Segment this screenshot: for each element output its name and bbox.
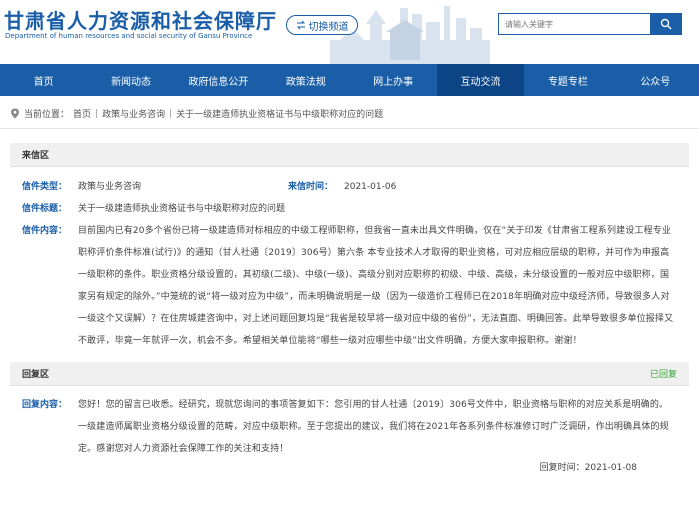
letter-content-value: 目前国内已有20多个省份已将一级建造师对标相应的中级工程师职称，但我省一直未出具… xyxy=(78,226,674,346)
letter-title-row: 信件标题： 关于一级建造师执业资格证书与中级职称对应的问题 xyxy=(22,203,677,216)
reply-date-value: 2021-01-08 xyxy=(584,463,637,473)
site-header: 甘肃省人力资源和社会保障厅 Department of human resour… xyxy=(0,0,699,64)
reply-date-row: 回复时间： 2021-01-08 xyxy=(22,462,677,475)
letter-content-row: 信件内容： 目前国内已有20多个省份已将一级建造师对标相应的中级工程师职称，但我… xyxy=(22,220,677,352)
nav-item-7[interactable]: 公众号 xyxy=(612,64,699,96)
letter-section-header: 来信区 xyxy=(10,143,689,167)
letter-type-value: 政策与业务咨询 xyxy=(78,182,142,192)
breadcrumb-item-current: 关于一级建造师执业资格证书与中级职称对应的问题 xyxy=(176,110,384,120)
search-button[interactable] xyxy=(650,13,682,35)
switch-icon xyxy=(296,20,305,30)
nav-item-5[interactable]: 互动交流 xyxy=(436,64,525,96)
reply-section-title: 回复区 xyxy=(22,370,50,380)
nav-item-2[interactable]: 政府信息公开 xyxy=(175,64,262,96)
nav-item-4[interactable]: 网上办事 xyxy=(350,64,437,96)
nav-item-3[interactable]: 政策法规 xyxy=(262,64,349,96)
location-pin-icon xyxy=(11,108,19,119)
breadcrumb: 当前位置： 首页 | 政策与业务咨询 | 关于一级建造师执业资格证书与中级职称对… xyxy=(0,99,699,129)
letter-section-title: 来信区 xyxy=(22,151,50,161)
reply-status-badge: 已回复 xyxy=(649,370,677,380)
letter-date-label: 来信时间： xyxy=(288,182,334,192)
breadcrumb-item-home[interactable]: 首页 xyxy=(73,107,91,120)
breadcrumb-separator: | xyxy=(95,108,99,119)
letter-content-label: 信件内容： xyxy=(22,226,68,236)
switch-channel-label: 切换频道 xyxy=(308,21,349,33)
nav-item-0[interactable]: 首页 xyxy=(0,64,87,96)
site-title[interactable]: 甘肃省人力资源和社会保障厅 xyxy=(4,5,277,34)
reply-content-row: 回复内容： 您好！您的留言已收悉。经研究，现就您询问的事项答复如下：您引用的甘人… xyxy=(22,394,677,460)
breadcrumb-separator: | xyxy=(169,108,173,119)
breadcrumb-item-category[interactable]: 政策与业务咨询 xyxy=(102,107,165,120)
site-title-en: Department of human resources and social… xyxy=(5,32,253,40)
nav-item-6[interactable]: 专题专栏 xyxy=(524,64,611,96)
switch-channel-button[interactable]: 切换频道 xyxy=(286,15,358,35)
reply-section-header: 回复区 已回复 xyxy=(10,362,689,386)
reply-content-value: 您好！您的留言已收悉。经研究，现就您询问的事项答复如下：您引用的甘人社通〔201… xyxy=(78,400,669,454)
main-nav: 首页 新闻动态 政府信息公开 政策法规 网上办事 互动交流 专题专栏 公众号 xyxy=(0,64,699,96)
letter-type-label: 信件类型： xyxy=(22,182,68,192)
nav-item-1[interactable]: 新闻动态 xyxy=(87,64,174,96)
reply-content: 回复内容： 您好！您的留言已收悉。经研究，现就您询问的事项答复如下：您引用的甘人… xyxy=(10,386,689,475)
reply-content-label: 回复内容： xyxy=(22,400,68,410)
breadcrumb-prefix: 当前位置： xyxy=(24,110,70,120)
search-icon xyxy=(660,18,672,30)
letter-content: 信件类型： 政策与业务咨询 来信时间： 2021-01-06 信件标题： 关于一… xyxy=(10,167,689,352)
letter-type-row: 信件类型： 政策与业务咨询 来信时间： 2021-01-06 xyxy=(22,181,677,194)
search-input[interactable] xyxy=(498,13,650,35)
letter-title-label: 信件标题： xyxy=(22,204,68,214)
reply-date-label: 回复时间： xyxy=(539,463,585,473)
letter-title-value: 关于一级建造师执业资格证书与中级职称对应的问题 xyxy=(78,204,286,214)
letter-date-value: 2021-01-06 xyxy=(344,182,397,192)
